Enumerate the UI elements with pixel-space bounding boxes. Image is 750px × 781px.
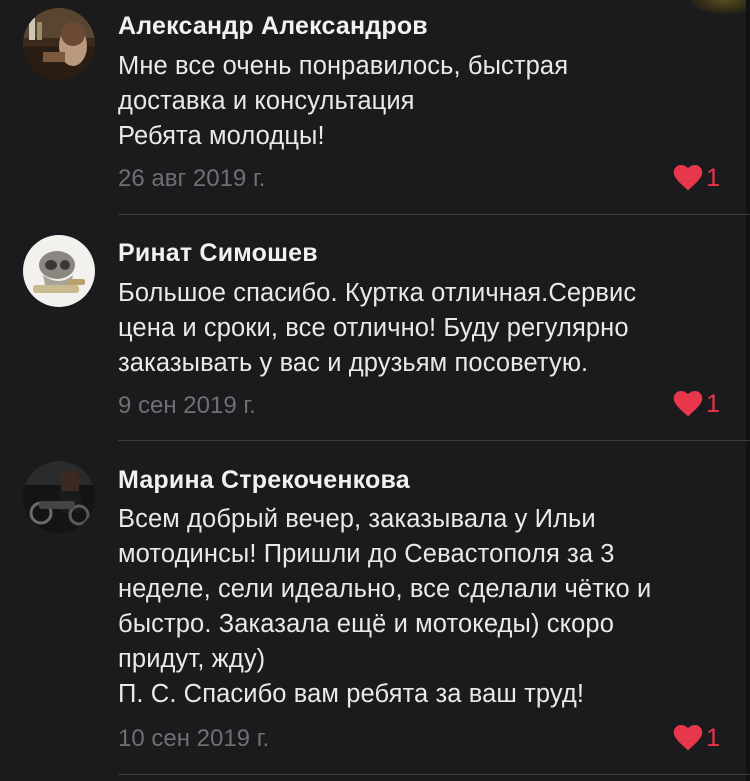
avatar[interactable] — [23, 461, 95, 533]
comment-text-line: неделе, сели идеально, все сделали чётко… — [118, 575, 652, 603]
comment-text-line: Всем добрый вечер, заказывала у Ильи — [118, 505, 596, 533]
like-count: 1 — [706, 723, 720, 752]
comment-item: Марина Стрекоченкова Всем добрый вечер, … — [0, 0, 750, 781]
user-photo-avatar-icon — [23, 461, 95, 533]
divider — [118, 774, 750, 775]
comment-text-line: мотодинсы! Пришли до Севастополя за 3 — [118, 540, 615, 568]
comment-author[interactable]: Марина Стрекоченкова — [118, 466, 410, 495]
comment-text-line: П. С. Спасибо вам ребята за ваш труд! — [118, 680, 585, 708]
like-button[interactable]: 1 — [673, 723, 720, 753]
heart-icon — [673, 725, 703, 751]
comment-text-line: придут, жду) — [118, 645, 266, 673]
comment-date: 10 сен 2019 г. — [118, 725, 270, 752]
comment-text-line: быстро. Заказала ещё и мотокеды) скоро — [118, 610, 614, 638]
